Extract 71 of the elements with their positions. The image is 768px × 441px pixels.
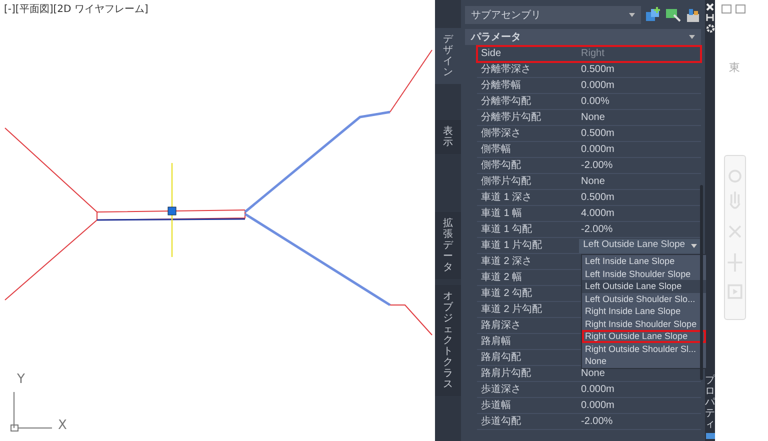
axis-label: Y <box>17 372 25 387</box>
select-icon[interactable] <box>665 7 681 23</box>
property-label: 歩道勾配 <box>480 414 522 429</box>
subassembly-dropdown[interactable]: サブアセンブリ <box>465 6 641 24</box>
dropdown-option[interactable]: Left Outside Lane Slope <box>582 280 706 292</box>
property-value: 0.500m <box>581 63 614 77</box>
subassembly-icon[interactable] <box>685 7 701 23</box>
dropdown-option[interactable]: Right Inside Lane Slope <box>582 305 706 318</box>
settings-icon[interactable] <box>706 24 714 33</box>
property-value: 0.500m <box>581 127 614 141</box>
property-label: 車道 2 幅 <box>480 270 524 285</box>
dropdown-option[interactable]: Left Inside Shoulder Slope <box>582 268 706 280</box>
property-value: 0.000m <box>581 399 614 413</box>
property-label: 車道 1 勾配 <box>480 222 534 237</box>
property-value: 0.000m <box>581 383 614 397</box>
property-label: 歩道幅 <box>480 398 512 413</box>
property-value: 0.000m <box>581 79 614 93</box>
auto-hide-icon[interactable] <box>706 14 714 21</box>
property-value: 0.000m <box>581 143 614 157</box>
caret-icon <box>629 13 635 17</box>
property-value: -2.00% <box>581 159 613 173</box>
property-value: 0.00% <box>581 95 610 109</box>
ucs-icon <box>10 392 52 432</box>
property-label: 側帯深さ <box>480 126 522 141</box>
axis-label: X <box>58 418 67 433</box>
properties-tab[interactable]: プロパティ <box>705 375 715 430</box>
palette-tab[interactable]: 表示 <box>435 120 461 154</box>
property-label: 側帯幅 <box>480 142 512 157</box>
property-label: Side <box>480 47 502 61</box>
dropdown-option[interactable]: None <box>582 355 706 368</box>
palette-tab[interactable]: 拡張データ <box>435 212 461 279</box>
property-value: -2.00% <box>581 223 613 237</box>
dropdown-option[interactable]: Left Inside Lane Slope <box>582 255 706 268</box>
caret-icon <box>691 244 697 248</box>
palette-tab[interactable]: オブジェクトクラス <box>435 285 461 396</box>
dropdown-option[interactable]: Right Inside Shoulder Slope <box>582 318 706 330</box>
dropdown-option[interactable]: Right Outside Shoulder Sl... <box>582 342 706 355</box>
property-label: 車道 2 片勾配 <box>480 302 544 317</box>
property-label: 車道 1 片勾配 <box>480 238 544 253</box>
scrollbar[interactable] <box>700 185 703 380</box>
property-label: 側帯勾配 <box>480 158 522 173</box>
property-label: 路肩片勾配 <box>480 366 532 381</box>
grip-handle[interactable] <box>168 206 176 216</box>
value-dropdown[interactable]: Left Outside Lane Slope <box>579 238 701 252</box>
property-label: 車道 2 勾配 <box>480 286 534 301</box>
add-icon[interactable] <box>645 7 661 23</box>
section-header[interactable]: パラメータ <box>465 29 701 45</box>
property-label: 分離帯勾配 <box>480 94 532 109</box>
property-label: 分離帯深さ <box>480 62 532 77</box>
property-label: 分離帯幅 <box>480 78 522 93</box>
property-label: 車道 1 深さ <box>480 190 534 205</box>
property-label: 路肩深さ <box>480 318 522 333</box>
property-value: None <box>581 175 605 189</box>
close-icon[interactable] <box>706 3 714 11</box>
viewport-title[interactable]: [-][平面図][2D ワイヤフレーム] <box>4 2 148 17</box>
property-value: None <box>581 111 605 125</box>
property-label: 側帯片勾配 <box>480 174 532 189</box>
property-value: -2.00% <box>581 415 613 429</box>
property-value: 4.000m <box>581 207 614 221</box>
property-label: 車道 1 幅 <box>480 206 524 221</box>
property-label: 歩道深さ <box>480 382 522 397</box>
property-value: None <box>581 367 605 381</box>
property-label: 路肩幅 <box>480 334 512 349</box>
property-label: 車道 2 深さ <box>480 254 534 269</box>
palette-tab[interactable]: デザイン <box>435 28 461 84</box>
property-value: 0.500m <box>581 191 614 205</box>
property-label: 路肩勾配 <box>480 350 522 365</box>
property-value: Right <box>581 47 604 61</box>
dropdown-option[interactable]: Right Outside Lane Slope <box>582 330 706 342</box>
property-label: 分離帯片勾配 <box>480 110 542 125</box>
dropdown-option[interactable]: Left Outside Shoulder Slo... <box>582 292 706 305</box>
